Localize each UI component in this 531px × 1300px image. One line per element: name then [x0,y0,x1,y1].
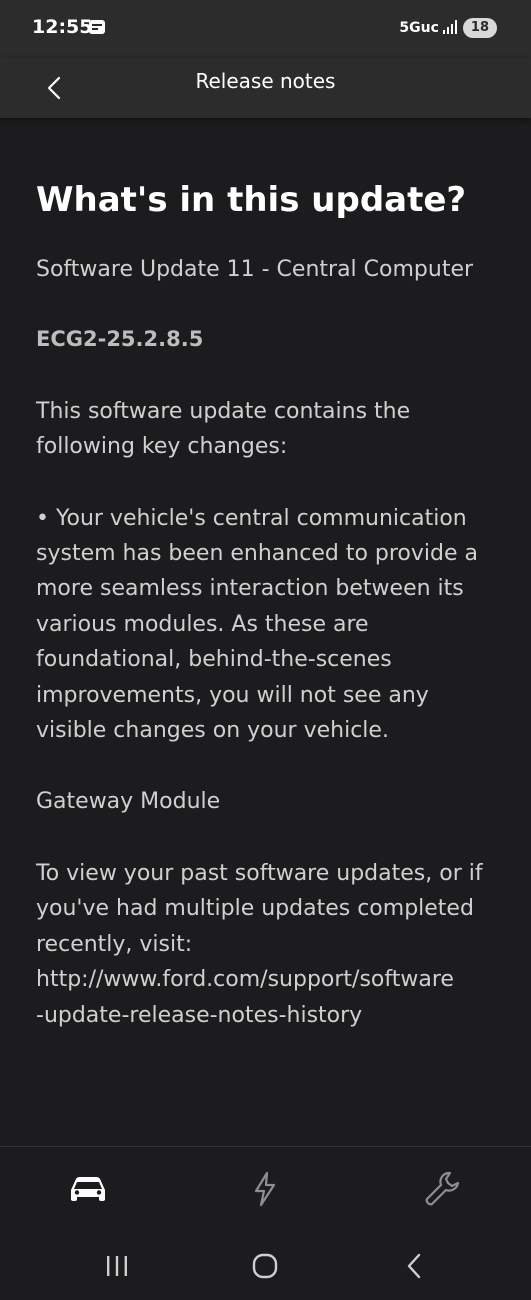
history-description: To view your past software updates, or i… [36,860,483,957]
nav-charge-tab[interactable] [243,1167,287,1211]
home-icon [252,1253,278,1279]
page-title: Release notes [195,69,336,93]
signal-icon [442,19,457,38]
charge-icon [254,1172,276,1206]
nav-service-tab[interactable] [421,1167,465,1211]
bottom-nav [0,1146,531,1234]
history-link-part2[interactable]: -update-release-notes-history [36,998,500,1033]
change-bullet: • Your vehicle's central communication s… [36,505,478,744]
update-subtitle: Software Update 11 - Central Computer [36,257,474,282]
recent-apps-button[interactable] [97,1250,137,1282]
history-text: To view your past software updates, or i… [36,856,500,1033]
notification-icon [88,19,106,39]
status-indicators: 5Guc 18 [399,17,497,39]
app-header: Release notes [0,58,531,118]
system-back-icon [407,1253,421,1279]
nav-vehicle-tab[interactable] [66,1167,110,1211]
system-back-button[interactable] [394,1250,434,1282]
status-bar: 12:55 5Guc 18 [0,0,531,58]
wrench-icon [425,1171,460,1206]
system-nav-bar [0,1234,531,1300]
vehicle-icon [71,1177,105,1201]
intro-text: This software update contains the follow… [36,398,411,460]
battery-badge: 18 [462,18,497,38]
version-number: ECG2-25.2.8.5 [36,327,204,352]
history-link-part1[interactable]: http://www.ford.com/support/software [36,962,500,997]
module-name: Gateway Module [36,789,221,815]
release-notes-content: What's in this update? Software Update 1… [36,176,500,1033]
recent-apps-icon [107,1256,127,1276]
status-time: 12:55 [32,16,93,38]
home-button[interactable] [245,1250,285,1282]
network-type: 5Guc [399,20,439,36]
update-heading: What's in this update? [36,180,467,220]
